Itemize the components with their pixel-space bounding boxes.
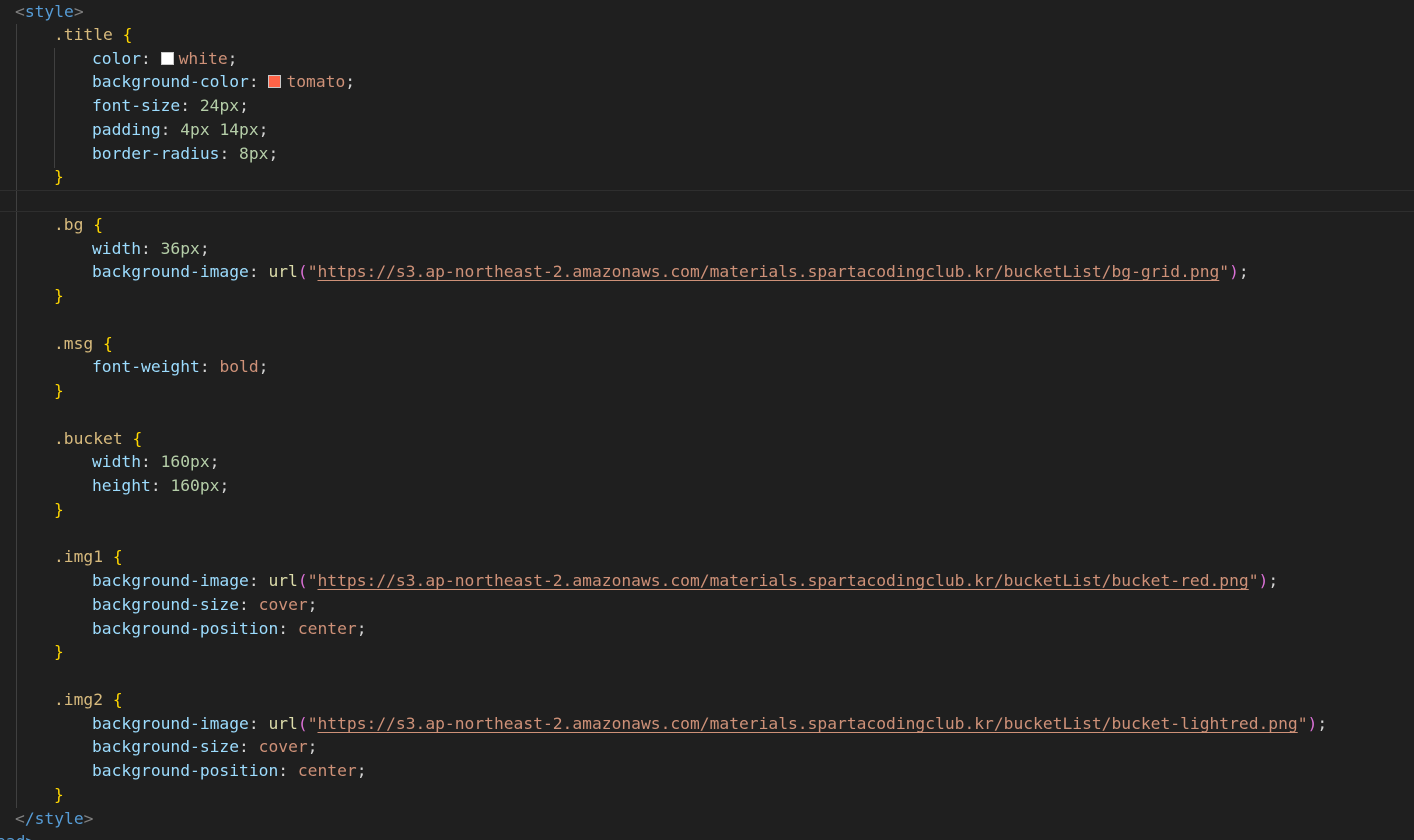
css-value: 36px — [160, 239, 200, 258]
code-line[interactable]: } — [0, 284, 64, 308]
code-line[interactable]: background-image: url("https://s3.ap-nor… — [0, 569, 1278, 593]
css-selector: .img1 — [54, 547, 104, 566]
code-line[interactable]: ead> — [0, 830, 35, 840]
url-link[interactable]: https://s3.ap-northeast-2.amazonaws.com/… — [318, 571, 1249, 590]
color-swatch-icon[interactable] — [160, 52, 174, 65]
css-function: url — [268, 714, 298, 733]
css-function: url — [268, 262, 298, 281]
brace: } — [54, 500, 64, 519]
code-line[interactable]: height: 160px; — [0, 474, 229, 498]
css-value: cover — [258, 737, 308, 756]
code-line[interactable]: background-size: cover; — [0, 593, 317, 617]
brace: } — [54, 167, 64, 186]
css-property: background-image — [92, 571, 249, 590]
css-value: bold — [219, 357, 259, 376]
css-selector: .bg — [54, 215, 84, 234]
code-line[interactable]: .msg { — [0, 332, 113, 356]
brace: } — [54, 642, 64, 661]
tag-bracket: < — [15, 2, 25, 21]
brace: } — [54, 785, 64, 804]
css-value: center — [297, 761, 357, 780]
css-selector: .bucket — [54, 429, 123, 448]
brace: { — [122, 25, 133, 44]
code-line[interactable]: .bg { — [0, 213, 103, 237]
code-line[interactable]: .img2 { — [0, 688, 123, 712]
url-link[interactable]: https://s3.ap-northeast-2.amazonaws.com/… — [318, 714, 1298, 733]
css-value: 24px — [199, 96, 240, 115]
code-line[interactable]: } — [0, 379, 64, 403]
color-swatch-icon[interactable] — [268, 75, 282, 88]
css-function: url — [268, 571, 298, 590]
css-property: background-size — [92, 595, 240, 614]
code-line[interactable]: color: white; — [0, 47, 237, 71]
code-line[interactable]: font-size: 24px; — [0, 94, 249, 118]
css-property: background-color — [92, 72, 249, 91]
code-editor[interactable]: <style> .title { color: white; backgroun… — [0, 0, 1414, 840]
code-line[interactable]: } — [0, 640, 64, 664]
css-selector: .msg — [54, 334, 94, 353]
tag-name: ead> — [0, 832, 35, 840]
code-line[interactable]: width: 160px; — [0, 450, 219, 474]
css-value: cover — [258, 595, 308, 614]
css-property: background-size — [92, 737, 240, 756]
code-line[interactable]: } — [0, 783, 64, 807]
code-line[interactable]: .bucket { — [0, 427, 142, 451]
brace: { — [112, 690, 123, 709]
brace: { — [132, 429, 143, 448]
code-line[interactable]: font-weight: bold; — [0, 355, 268, 379]
code-line[interactable]: width: 36px; — [0, 237, 210, 261]
code-line[interactable]: } — [0, 165, 64, 189]
tag-bracket: > — [83, 809, 94, 828]
brace: } — [54, 286, 64, 305]
css-property: background-position — [92, 619, 279, 638]
code-line[interactable]: background-position: center; — [0, 617, 367, 641]
css-property: height — [92, 476, 151, 495]
code-line[interactable]: padding: 4px 14px; — [0, 118, 268, 142]
css-value: center — [297, 619, 357, 638]
code-line[interactable]: border-radius: 8px; — [0, 142, 278, 166]
css-property: background-image — [92, 714, 249, 733]
css-value: 160px — [170, 476, 220, 495]
brace: { — [112, 547, 123, 566]
tag-bracket: < — [15, 809, 25, 828]
code-line[interactable]: .title { — [0, 23, 132, 47]
css-property: width — [92, 239, 142, 258]
tag-name: style — [24, 2, 74, 21]
css-property: padding — [92, 120, 161, 139]
css-value: 4px 14px — [180, 120, 259, 139]
code-line[interactable]: } — [0, 498, 64, 522]
brace: { — [93, 215, 104, 234]
css-value: 8px — [239, 144, 269, 163]
brace: { — [103, 334, 113, 353]
css-value: 160px — [160, 452, 210, 471]
code-line[interactable]: </style> — [0, 807, 93, 831]
brace: } — [54, 381, 64, 400]
css-property: width — [92, 452, 142, 471]
tag-bracket: > — [73, 2, 84, 21]
code-line[interactable]: background-color: tomato; — [0, 70, 355, 94]
code-line[interactable]: background-position: center; — [0, 759, 367, 783]
css-property: font-size — [92, 96, 181, 115]
url-link[interactable]: https://s3.ap-northeast-2.amazonaws.com/… — [318, 262, 1220, 281]
css-property: background-image — [92, 262, 249, 281]
css-selector: .img2 — [54, 690, 104, 709]
css-property: background-position — [92, 761, 279, 780]
code-line[interactable]: .img1 { — [0, 545, 123, 569]
css-property: border-radius — [92, 144, 220, 163]
css-value: white — [178, 49, 228, 68]
css-selector: .title — [54, 25, 113, 44]
css-value: tomato — [286, 72, 346, 91]
tag-name: /style — [24, 809, 84, 828]
code-line[interactable]: background-image: url("https://s3.ap-nor… — [0, 260, 1249, 284]
css-property: font-weight — [92, 357, 200, 376]
code-line[interactable]: background-image: url("https://s3.ap-nor… — [0, 712, 1327, 736]
code-line[interactable]: <style> — [0, 0, 84, 24]
code-line[interactable]: background-size: cover; — [0, 735, 317, 759]
current-line-highlight — [0, 190, 1414, 212]
css-property: color — [92, 49, 142, 68]
